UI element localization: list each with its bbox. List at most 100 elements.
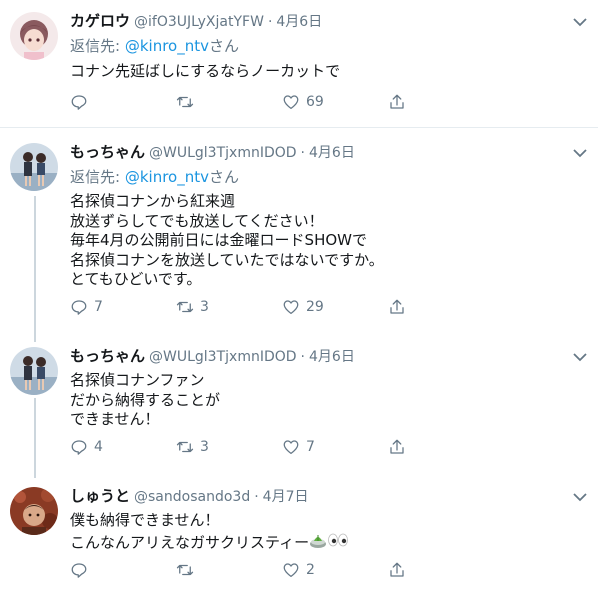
reply-to-link[interactable]: @kinro_ntv xyxy=(125,168,209,186)
avatar[interactable] xyxy=(10,12,58,60)
like-icon xyxy=(283,440,299,455)
tweet-text-line: こんなんアリえなガサクリスティー xyxy=(70,532,310,551)
like-button[interactable]: 2 xyxy=(282,559,315,581)
reply-icon xyxy=(71,440,87,455)
retweet-button[interactable] xyxy=(176,559,200,581)
reply-button[interactable] xyxy=(70,91,94,113)
plant-emoji-icon xyxy=(309,531,327,555)
separator-dot: · xyxy=(300,145,305,161)
share-button[interactable] xyxy=(388,436,406,458)
tweet-actions: 4 3 7 xyxy=(70,436,590,458)
display-name[interactable]: カゲロウ xyxy=(70,12,130,30)
retweet-button[interactable]: 3 xyxy=(176,296,209,318)
tweet-text-line: コナン先延ばしにするならノーカットで xyxy=(70,62,341,80)
tweet-date[interactable]: 4月7日 xyxy=(263,489,309,505)
share-button[interactable] xyxy=(388,296,406,318)
avatar[interactable] xyxy=(10,347,58,395)
share-icon xyxy=(390,439,404,454)
display-name[interactable]: しゅうと xyxy=(70,487,130,505)
reply-to-prefix: 返信先: xyxy=(70,37,121,55)
reply-button[interactable]: 7 xyxy=(70,296,103,318)
reply-to-suffix: さん xyxy=(208,168,239,186)
tweet-header: カゲロウ @ifO3UJLyXjatYFW · 4月6日 xyxy=(70,10,322,32)
user-handle[interactable]: @ifO3UJLyXjatYFW xyxy=(134,14,264,30)
reply-count: 7 xyxy=(94,299,103,315)
tweet-date[interactable]: 4月6日 xyxy=(309,145,355,161)
like-button[interactable]: 7 xyxy=(282,436,315,458)
reply-button[interactable]: 4 xyxy=(70,436,103,458)
like-icon xyxy=(283,563,299,578)
reply-button[interactable] xyxy=(70,559,94,581)
reply-icon xyxy=(71,95,87,110)
like-button[interactable]: 69 xyxy=(282,91,324,113)
tweet-text-line: できません！ xyxy=(70,410,160,428)
reply-to-suffix: さん xyxy=(208,37,239,55)
tweet-text-line-with-emoji: こんなんアリえなガサクリスティー xyxy=(70,531,349,551)
chevron-down-icon[interactable] xyxy=(572,14,588,30)
reply-to: 返信先: @kinro_ntvさん xyxy=(70,36,239,56)
chevron-down-icon[interactable] xyxy=(572,349,588,365)
separator-dot: · xyxy=(254,489,259,505)
tweet-text-line: 放送ずらしてでも放送してください！ xyxy=(70,211,324,230)
tweet-text: 名探偵コナンから紅来週 放送ずらしてでも放送してください！ 毎年4月の公開前日に… xyxy=(70,192,384,290)
display-name[interactable]: もっちゃん xyxy=(70,347,145,365)
share-button[interactable] xyxy=(388,91,406,113)
display-name[interactable]: もっちゃん xyxy=(70,143,145,161)
retweet-icon xyxy=(176,564,194,576)
separator-dot: · xyxy=(267,14,273,30)
tweet-text-line: 僕も納得できません！ xyxy=(70,511,220,529)
user-handle[interactable]: @sandosando3d xyxy=(134,489,250,505)
share-icon xyxy=(390,562,404,577)
like-count: 2 xyxy=(306,562,315,578)
tweet-divider xyxy=(0,127,598,128)
share-icon xyxy=(390,94,404,109)
tweet-header: もっちゃん @WULgl3TjxmnIDOD · 4月6日 xyxy=(70,141,355,163)
avatar[interactable] xyxy=(10,143,58,191)
tweet[interactable]: もっちゃん @WULgl3TjxmnIDOD · 4月6日 名探偵コナンファン だから… xyxy=(0,345,598,470)
like-icon xyxy=(283,95,299,110)
reply-icon xyxy=(71,300,87,315)
like-count: 69 xyxy=(306,94,324,110)
tweet-text-line: 名探偵コナンファン xyxy=(70,371,205,389)
tweet-text-line: だから納得することが xyxy=(70,390,221,409)
tweet-text: 僕も納得できません！ こんなんアリえなガサクリスティー xyxy=(70,511,349,551)
tweet-actions: 2 xyxy=(70,559,590,581)
user-handle[interactable]: @WULgl3TjxmnIDOD xyxy=(149,145,297,161)
eyes-emoji-icon xyxy=(327,531,349,555)
tweet[interactable]: もっちゃん @WULgl3TjxmnIDOD · 4月6日 返信先: @kinro_n… xyxy=(0,141,598,331)
reply-to-prefix: 返信先: xyxy=(70,168,121,186)
reply-count: 4 xyxy=(94,439,103,455)
like-icon xyxy=(283,300,299,315)
tweet-text-line: 毎年4月の公開前日には金曜ロードSHOWで xyxy=(70,231,367,249)
tweet-text: コナン先延ばしにするならノーカットで xyxy=(70,62,340,82)
reply-to-link[interactable]: @kinro_ntv xyxy=(125,37,209,55)
chevron-down-icon[interactable] xyxy=(572,489,588,505)
share-icon xyxy=(390,299,404,314)
like-count: 7 xyxy=(306,439,315,455)
avatar[interactable] xyxy=(10,487,58,535)
tweet-date[interactable]: 4月6日 xyxy=(309,349,355,365)
chevron-down-icon[interactable] xyxy=(572,145,588,161)
tweet-actions: 7 3 29 xyxy=(70,296,590,318)
retweet-count: 3 xyxy=(200,299,209,315)
retweet-button[interactable] xyxy=(176,91,200,113)
share-button[interactable] xyxy=(388,559,406,581)
tweet-date[interactable]: 4月6日 xyxy=(276,14,322,30)
user-handle[interactable]: @WULgl3TjxmnIDOD xyxy=(149,349,297,365)
tweet-text-line: 名探偵コナンを放送していたではないですか。 xyxy=(70,250,384,269)
tweet-actions: 69 xyxy=(70,91,590,113)
tweet-header: しゅうと @sandosando3d · 4月7日 xyxy=(70,485,309,507)
tweet[interactable]: しゅうと @sandosando3d · 4月7日 僕も納得できません！ こんなんアリ… xyxy=(0,485,598,585)
retweet-count: 3 xyxy=(200,439,209,455)
retweet-icon xyxy=(176,96,194,108)
retweet-button[interactable]: 3 xyxy=(176,436,209,458)
retweet-icon xyxy=(176,441,194,453)
like-count: 29 xyxy=(306,299,324,315)
tweet-text-line: 名探偵コナンから紅来週 xyxy=(70,192,236,210)
tweet-text-line: とてもひどいです。 xyxy=(70,270,202,288)
separator-dot: · xyxy=(300,349,305,365)
like-button[interactable]: 29 xyxy=(282,296,324,318)
tweet-text: 名探偵コナンファン だから納得することが できません！ xyxy=(70,371,220,430)
reply-icon xyxy=(71,563,87,578)
tweet[interactable]: カゲロウ @ifO3UJLyXjatYFW · 4月6日 返信先: @kinro_nt… xyxy=(0,10,598,120)
